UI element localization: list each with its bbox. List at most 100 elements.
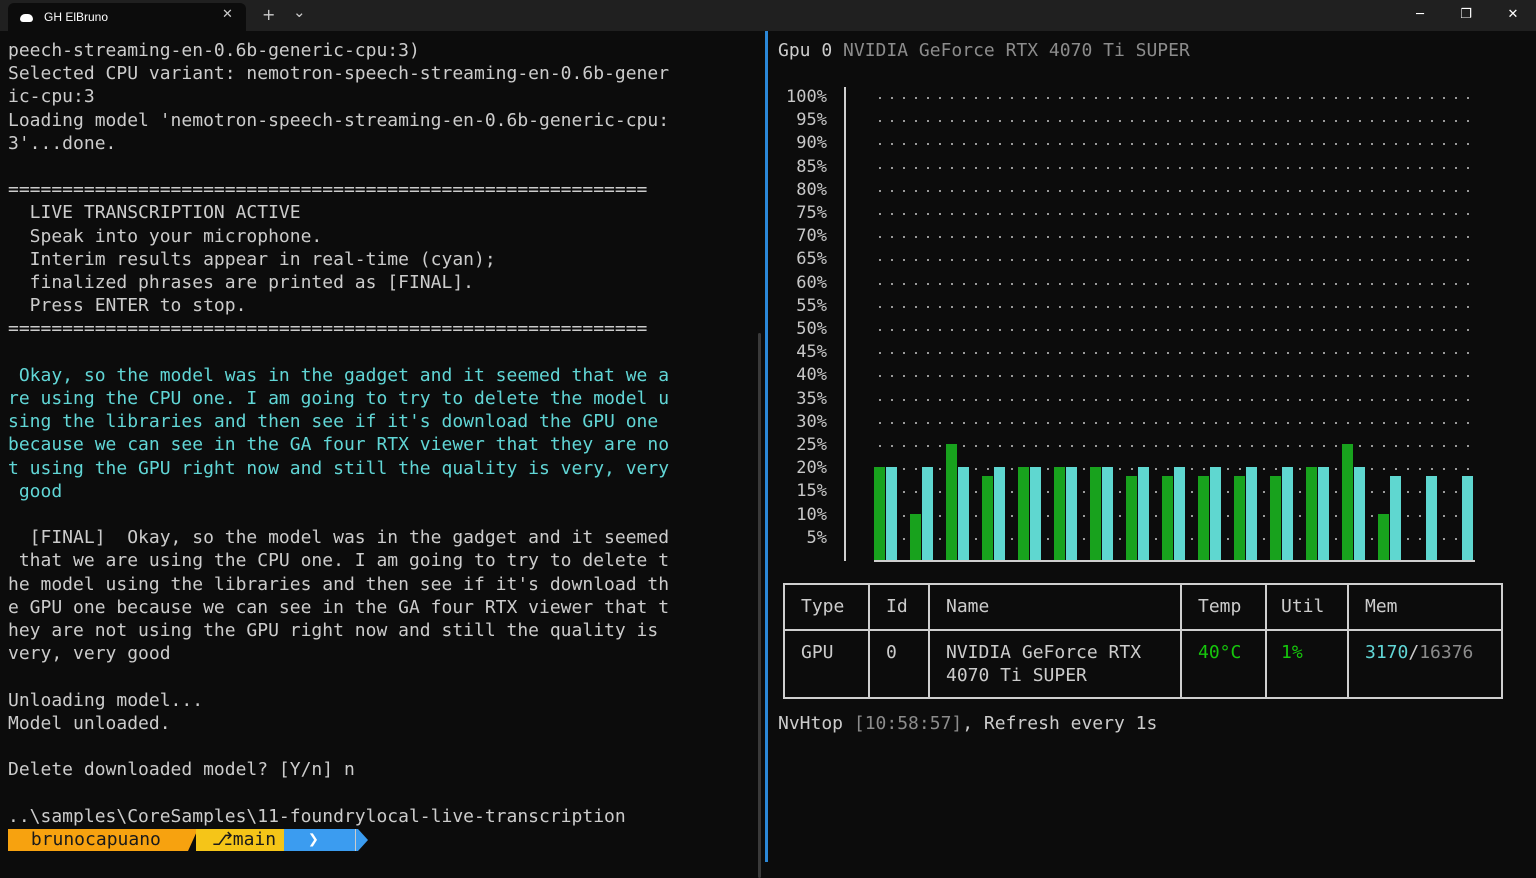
grid-dot (1227, 305, 1229, 308)
grid-dot (1155, 259, 1157, 262)
grid-dot (1359, 236, 1361, 239)
grid-dot (1335, 329, 1337, 331)
grid-dot (1047, 166, 1049, 169)
grid-dot (1179, 305, 1181, 308)
new-tab-button[interactable]: + (262, 5, 275, 24)
grid-dot (1467, 213, 1469, 215)
grid-dot (1467, 398, 1469, 401)
grid-dot (1419, 375, 1421, 378)
grid-dot (1035, 398, 1037, 401)
terminal-tab[interactable]: GH ElBruno ✕ (8, 3, 246, 31)
grid-dot (927, 329, 929, 331)
grid-dot (1083, 445, 1085, 447)
grid-dot (951, 259, 953, 262)
grid-dot (1263, 305, 1265, 308)
grid-dot (1215, 97, 1217, 99)
grid-dot (1419, 398, 1421, 401)
grid-dot (1011, 189, 1013, 192)
grid-dot (903, 236, 905, 239)
grid-dot (1419, 189, 1421, 192)
grid-dot (975, 445, 977, 447)
grid-dot (1383, 468, 1385, 471)
terminal-line: Interim results appear in real-time (cya… (8, 248, 496, 270)
grid-dot (1359, 120, 1361, 123)
minimize-button[interactable]: ─ (1397, 0, 1443, 31)
terminal-line: t using the GPU right now and still the … (8, 457, 670, 479)
grid-dot (1071, 236, 1073, 239)
gpu-table: Type Id Name Temp Util Mem GPU 0 NVIDIA … (783, 583, 1503, 699)
grid-dot (1299, 468, 1301, 471)
grid-dot (1455, 537, 1457, 540)
grid-dot (1263, 421, 1265, 424)
grid-dot (1143, 305, 1145, 308)
grid-dot (1275, 259, 1277, 262)
grid-dot (975, 236, 977, 239)
grid-dot (1107, 259, 1109, 262)
grid-dot (1335, 491, 1337, 494)
y-tick-label: 35% (796, 388, 827, 409)
grid-dot (939, 514, 941, 517)
tab-close-icon[interactable]: ✕ (222, 7, 233, 22)
grid-dot (1143, 445, 1145, 447)
grid-dot (1059, 445, 1061, 447)
nvhtop-pane[interactable]: Gpu 0 NVIDIA GeForce RTX 4070 Ti SUPER 1… (769, 31, 1536, 862)
grid-dot (1383, 305, 1385, 308)
grid-dot (903, 166, 905, 169)
grid-dot (915, 375, 917, 378)
grid-dot (951, 236, 953, 239)
grid-dot (1383, 491, 1385, 494)
grid-dot (879, 189, 881, 192)
grid-dot (1467, 468, 1469, 471)
grid-dot (1407, 143, 1409, 146)
grid-dot (915, 352, 917, 355)
grid-dot (963, 236, 965, 239)
grid-dot (1083, 213, 1085, 215)
y-tick-label: 60% (796, 272, 827, 293)
grid-dot (1251, 352, 1253, 355)
grid-dot (1359, 305, 1361, 308)
grid-dot (903, 213, 905, 215)
grid-dot (987, 445, 989, 447)
mem-used: 3170 (1365, 642, 1409, 663)
grid-dot (1191, 282, 1193, 285)
grid-dot (927, 120, 929, 123)
close-window-button[interactable]: ✕ (1490, 0, 1536, 31)
terminal-left-pane[interactable]: peech-streaming-en-0.6b-generic-cpu:3) Se… (0, 31, 764, 878)
grid-dot (1023, 143, 1025, 146)
grid-dot (1335, 421, 1337, 424)
grid-dot (1143, 259, 1145, 262)
grid-dot (1323, 375, 1325, 378)
grid-dot (1359, 282, 1361, 285)
grid-dot (1263, 120, 1265, 123)
grid-dot (915, 189, 917, 192)
grid-dot (1371, 375, 1373, 378)
grid-dot (1335, 236, 1337, 239)
grid-dot (1383, 282, 1385, 285)
grid-dot (1335, 143, 1337, 146)
scrollbar[interactable] (758, 333, 761, 878)
grid-dot (1359, 189, 1361, 192)
grid-dot (963, 282, 965, 285)
grid-dot (1287, 259, 1289, 262)
grid-dot (1239, 282, 1241, 285)
grid-dot (1119, 97, 1121, 99)
grid-dot (975, 120, 977, 123)
grid-dot (1323, 97, 1325, 99)
grid-dot (1383, 143, 1385, 146)
grid-dot (903, 97, 905, 99)
tab-dropdown-icon[interactable]: ⌄ (293, 3, 306, 21)
grid-dot (1155, 120, 1157, 123)
terminal-line: Okay, so the model was in the gadget and… (8, 364, 670, 386)
grid-dot (1119, 491, 1121, 494)
maximize-button[interactable]: ❐ (1443, 0, 1489, 31)
grid-dot (1095, 236, 1097, 239)
grid-dot (1251, 97, 1253, 99)
grid-dot (1191, 259, 1193, 262)
grid-dot (1083, 282, 1085, 285)
grid-dot (975, 491, 977, 494)
grid-dot (1251, 282, 1253, 285)
pane-divider[interactable] (765, 31, 768, 862)
grid-dot (1371, 259, 1373, 262)
grid-dot (1311, 375, 1313, 378)
grid-dot (1071, 120, 1073, 123)
